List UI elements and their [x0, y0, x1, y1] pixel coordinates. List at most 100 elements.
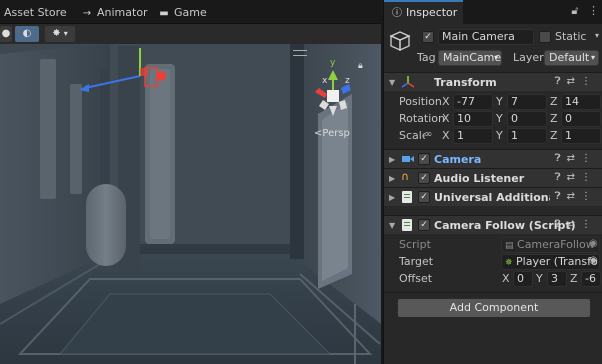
presets-icon[interactable]: ⇄ — [567, 153, 581, 164]
more-menu-icon[interactable]: ⋮ — [581, 153, 597, 164]
audio-listener-title: Audio Listener — [434, 172, 525, 185]
more-menu-icon[interactable]: ⋮ — [581, 76, 597, 87]
x-axis-label: X — [442, 112, 450, 125]
transform-small-icon: ✵ — [505, 258, 513, 268]
position-y-field[interactable]: 7 — [507, 94, 547, 110]
fold-closed-icon[interactable]: ▶ — [389, 193, 395, 202]
gizmo-lock-icon[interactable]: 🔒︎ — [358, 61, 363, 71]
fold-open-icon[interactable]: ▼ — [389, 221, 395, 230]
link-scale-icon[interactable]: ∞ — [424, 129, 432, 140]
x-axis-label: X — [442, 95, 450, 108]
y-axis-label: Y — [496, 95, 503, 108]
presets-icon[interactable]: ⇄ — [567, 219, 581, 230]
more-menu-icon[interactable]: ⋮ — [581, 191, 597, 202]
script-label: Script — [399, 238, 431, 251]
help-icon[interactable]: ❓︎ — [555, 153, 567, 164]
camera-follow-enabled-checkbox[interactable]: ✓ — [418, 219, 430, 231]
gameobject-name-field[interactable]: Main Camera — [438, 29, 534, 45]
tab-game[interactable]: ▬ Game — [157, 0, 206, 24]
scale-z-field[interactable]: 1 — [561, 128, 601, 144]
transform-header[interactable]: ▼ Transform ❓︎⇄⋮ — [384, 72, 602, 91]
audio-listener-enabled-checkbox[interactable]: ✓ — [418, 172, 430, 184]
layer-dropdown[interactable]: Default ▾ — [544, 50, 599, 66]
position-row: Position X -77 Y 7 Z 14 — [384, 94, 602, 110]
rotation-z-field[interactable]: 0 — [561, 111, 601, 127]
inspector-panel: ⓘ Inspector 🔓︎ ⋮ ✓ Main Camera Static ▾ T… — [383, 0, 602, 364]
x-axis-label: X — [502, 272, 510, 285]
gameobject-header: ✓ Main Camera Static ▾ Tag MainCame ▾ Lay… — [384, 28, 602, 72]
offset-y-field[interactable]: 3 — [547, 271, 567, 287]
editor-tab-bar: Asset Store → Animator ▬ Game — [0, 0, 381, 24]
fold-closed-icon[interactable]: ▶ — [389, 155, 395, 164]
tag-label: Tag — [417, 51, 436, 64]
gameobject-active-checkbox[interactable]: ✓ — [422, 31, 434, 43]
rotation-y-field[interactable]: 0 — [507, 111, 547, 127]
chevron-down-icon: ▾ — [493, 53, 498, 62]
help-icon[interactable]: ❓︎ — [555, 172, 567, 183]
rotation-x-field[interactable]: 10 — [453, 111, 493, 127]
gizmo-menu-icon[interactable] — [293, 50, 307, 56]
tab-animator[interactable]: → Animator — [80, 0, 148, 24]
gizmo-y-label: y — [330, 58, 336, 68]
static-dropdown-icon[interactable]: ▾ — [595, 31, 599, 40]
lighting-toggle[interactable]: ◐ — [15, 26, 39, 42]
universal-additional-camera-title: Universal Additional Ca — [434, 191, 550, 204]
scene-toolbar: ● ◐ ✸ ▾ — [0, 24, 381, 44]
offset-x-field[interactable]: 0 — [513, 271, 533, 287]
presets-icon[interactable]: ⇄ — [567, 76, 581, 87]
fold-closed-icon[interactable]: ▶ — [389, 174, 395, 183]
sphere-shading-icon: ● — [1, 28, 11, 39]
z-axis-label: Z — [550, 112, 558, 125]
help-icon[interactable]: ❓︎ — [555, 76, 567, 87]
add-component-button[interactable]: Add Component — [397, 298, 591, 318]
audio-listener-header[interactable]: ▶ ∩ ✓ Audio Listener ❓︎⇄⋮ — [384, 168, 602, 187]
universal-additional-camera-enabled-checkbox[interactable]: ✓ — [418, 191, 430, 203]
script-row: Script ▤ CameraFollow ◉ — [384, 237, 602, 253]
help-icon[interactable]: ❓︎ — [555, 191, 567, 202]
script-field: ▤ CameraFollow — [501, 237, 600, 253]
gizmos-dropdown[interactable]: ✸ ▾ — [45, 26, 75, 42]
position-x-field[interactable]: -77 — [453, 94, 493, 110]
component-header-icons: ❓︎⇄⋮ — [555, 191, 597, 202]
x-axis-label: X — [442, 129, 450, 142]
projection-toggle[interactable]: <Persp — [314, 128, 350, 139]
offset-z-field[interactable]: -6 — [581, 271, 601, 287]
tag-dropdown[interactable]: MainCame ▾ — [438, 50, 502, 66]
gizmo-x-label: x — [322, 76, 328, 86]
lock-icon[interactable]: 🔓︎ — [571, 4, 578, 17]
fold-open-icon[interactable]: ▼ — [389, 78, 395, 87]
camera-enabled-checkbox[interactable]: ✓ — [418, 153, 430, 165]
z-axis-label: Z — [550, 95, 558, 108]
script-icon — [402, 219, 412, 231]
target-row: Target ✵ Player (Transfo ◉ — [384, 254, 602, 270]
scale-y-field[interactable]: 1 — [507, 128, 547, 144]
camera-follow-header[interactable]: ▼ ✓ Camera Follow (Script) ❓︎⇄⋮ — [384, 215, 602, 234]
target-field[interactable]: ✵ Player (Transfo — [501, 254, 600, 270]
tab-inspector[interactable]: ⓘ Inspector — [384, 0, 463, 24]
rotation-label: Rotation — [399, 112, 446, 125]
scale-x-field[interactable]: 1 — [453, 128, 493, 144]
transform-title: Transform — [434, 76, 497, 89]
more-menu-icon[interactable]: ⋮ — [581, 219, 597, 230]
transform-icon — [401, 76, 415, 88]
more-menu-icon[interactable]: ⋮ — [588, 4, 599, 17]
static-checkbox[interactable] — [539, 31, 551, 43]
presets-icon[interactable]: ⇄ — [567, 172, 581, 183]
tab-asset-store[interactable]: Asset Store — [4, 0, 67, 24]
orientation-gizmo[interactable] — [303, 66, 363, 126]
help-icon[interactable]: ❓︎ — [555, 219, 567, 230]
position-z-field[interactable]: 14 — [561, 94, 601, 110]
component-header-icons: ❓︎⇄⋮ — [555, 219, 597, 230]
move-gizmo[interactable] — [75, 46, 175, 106]
layer-label: Layer — [513, 51, 544, 64]
universal-additional-camera-header[interactable]: ▶ ✓ Universal Additional Ca ❓︎⇄⋮ — [384, 187, 602, 206]
camera-icon — [402, 156, 414, 162]
presets-icon[interactable]: ⇄ — [567, 191, 581, 202]
camera-header[interactable]: ▶ ✓ Camera ❓︎⇄⋮ — [384, 149, 602, 168]
scene-view[interactable]: y x z 🔒︎ <Persp ● ◐ ✸ ▾ — [0, 24, 381, 364]
inspector-window-controls: 🔓︎ ⋮ — [571, 4, 599, 18]
y-axis-label: Y — [496, 129, 503, 142]
more-menu-icon[interactable]: ⋮ — [581, 172, 597, 183]
shading-button[interactable]: ● — [0, 26, 12, 42]
object-picker-icon[interactable]: ◉ — [589, 255, 598, 266]
